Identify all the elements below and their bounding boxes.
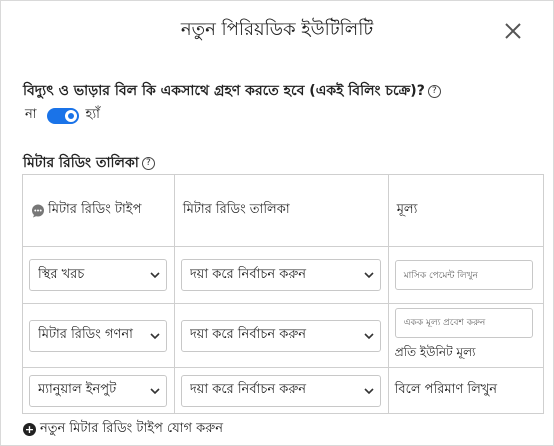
value-cell: একক মূল্য প্রবেশ করুন প্রতি ইউনিট মূল্য xyxy=(387,303,545,368)
billing-toggle[interactable] xyxy=(46,107,79,124)
list-cell: দয়া করে নির্বাচন করুন xyxy=(173,303,389,368)
table-header-row: মিটার রিডিং টাইপ মিটার রিডিং তালিকা মূল্… xyxy=(22,174,545,247)
table-row: মিটার রিডিং গণনা দয়া করে নির্বাচন করুন … xyxy=(22,303,545,368)
table-row: ম্যানুয়াল ইনপুট দয়া করে নির্বাচন করুন … xyxy=(22,367,545,414)
list-select[interactable]: দয়া করে নির্বাচন করুন xyxy=(180,374,381,407)
type-select[interactable]: ম্যানুয়াল ইনপুট xyxy=(29,374,167,407)
dialog: নতুন পিরিয়ডিক ইউটিলিটি বিদ্যুৎ ও ভাড়ার… xyxy=(0,0,554,446)
help-icon[interactable]: ? xyxy=(141,156,155,170)
meter-table-title: মিটার রিডিং তালিকা? xyxy=(23,151,155,175)
chevron-down-icon xyxy=(150,387,160,394)
type-cell: মিটার রিডিং গণনা xyxy=(22,303,175,368)
dialog-title: নতুন পিরিয়ডিক ইউটিলিটি xyxy=(180,19,374,40)
list-select[interactable]: দয়া করে নির্বাচন করুন xyxy=(180,319,381,352)
header-type: মিটার রিডিং টাইপ xyxy=(22,174,175,247)
list-cell: দয়া করে নির্বাচন করুন xyxy=(173,246,389,304)
table-row: স্থির খরচ দয়া করে নির্বাচন করুন মাসিক প… xyxy=(22,246,545,304)
meter-table-title-text: মিটার রিডিং তালিকা xyxy=(23,155,139,171)
close-icon[interactable] xyxy=(501,19,525,43)
header-list: মিটার রিডিং তালিকা xyxy=(173,174,389,247)
list-cell: দয়া করে নির্বাচন করুন xyxy=(173,367,389,414)
chevron-down-icon xyxy=(364,332,374,339)
help-icon[interactable]: ? xyxy=(427,84,441,98)
chevron-down-icon xyxy=(364,272,374,279)
monthly-payment-input[interactable]: মাসিক পেমেন্ট লিখুন xyxy=(394,260,533,290)
plus-circle-icon: + xyxy=(23,423,36,436)
unit-price-note: প্রতি ইউনিট মূল্য xyxy=(394,344,476,359)
billing-question-text: বিদ্যুৎ ও ভাড়ার বিল কি একসাথে গ্রহণ করত… xyxy=(23,83,425,99)
header-value: মূল্য xyxy=(387,174,545,247)
chat-icon xyxy=(32,204,44,217)
type-cell: স্থির খরচ xyxy=(22,246,175,304)
list-select[interactable]: দয়া করে নির্বাচন করুন xyxy=(180,259,381,291)
value-cell: বিলে পরিমাণ লিখুন xyxy=(387,367,545,414)
bill-amount-note: বিলে পরিমাণ লিখুন xyxy=(394,382,498,397)
chevron-down-icon xyxy=(150,272,160,279)
chevron-down-icon xyxy=(364,387,374,394)
chevron-down-icon xyxy=(150,332,160,339)
type-select[interactable]: মিটার রিডিং গণনা xyxy=(29,319,167,352)
toggle-off-label: না xyxy=(25,107,37,122)
add-meter-type-button[interactable]: + নতুন মিটার রিডিং টাইপ যোগ করুন xyxy=(23,419,223,440)
value-cell: মাসিক পেমেন্ট লিখুন xyxy=(387,246,545,304)
toggle-on-label: হ্যাঁ xyxy=(85,107,100,122)
unit-price-input[interactable]: একক মূল্য প্রবেশ করুন xyxy=(394,307,533,338)
billing-question: বিদ্যুৎ ও ভাড়ার বিল কি একসাথে গ্রহণ করত… xyxy=(23,79,441,103)
header-type-label: মিটার রিডিং টাইপ xyxy=(48,202,142,217)
type-select[interactable]: স্থির খরচ xyxy=(29,259,167,291)
billing-toggle-row: না হ্যাঁ xyxy=(25,105,100,126)
toggle-knob xyxy=(63,108,78,123)
type-cell: ম্যানুয়াল ইনপুট xyxy=(22,367,175,414)
add-meter-type-label: নতুন মিটার রিডিং টাইপ যোগ করুন xyxy=(40,421,223,436)
meter-table: মিটার রিডিং টাইপ মিটার রিডিং তালিকা মূল্… xyxy=(22,174,545,414)
